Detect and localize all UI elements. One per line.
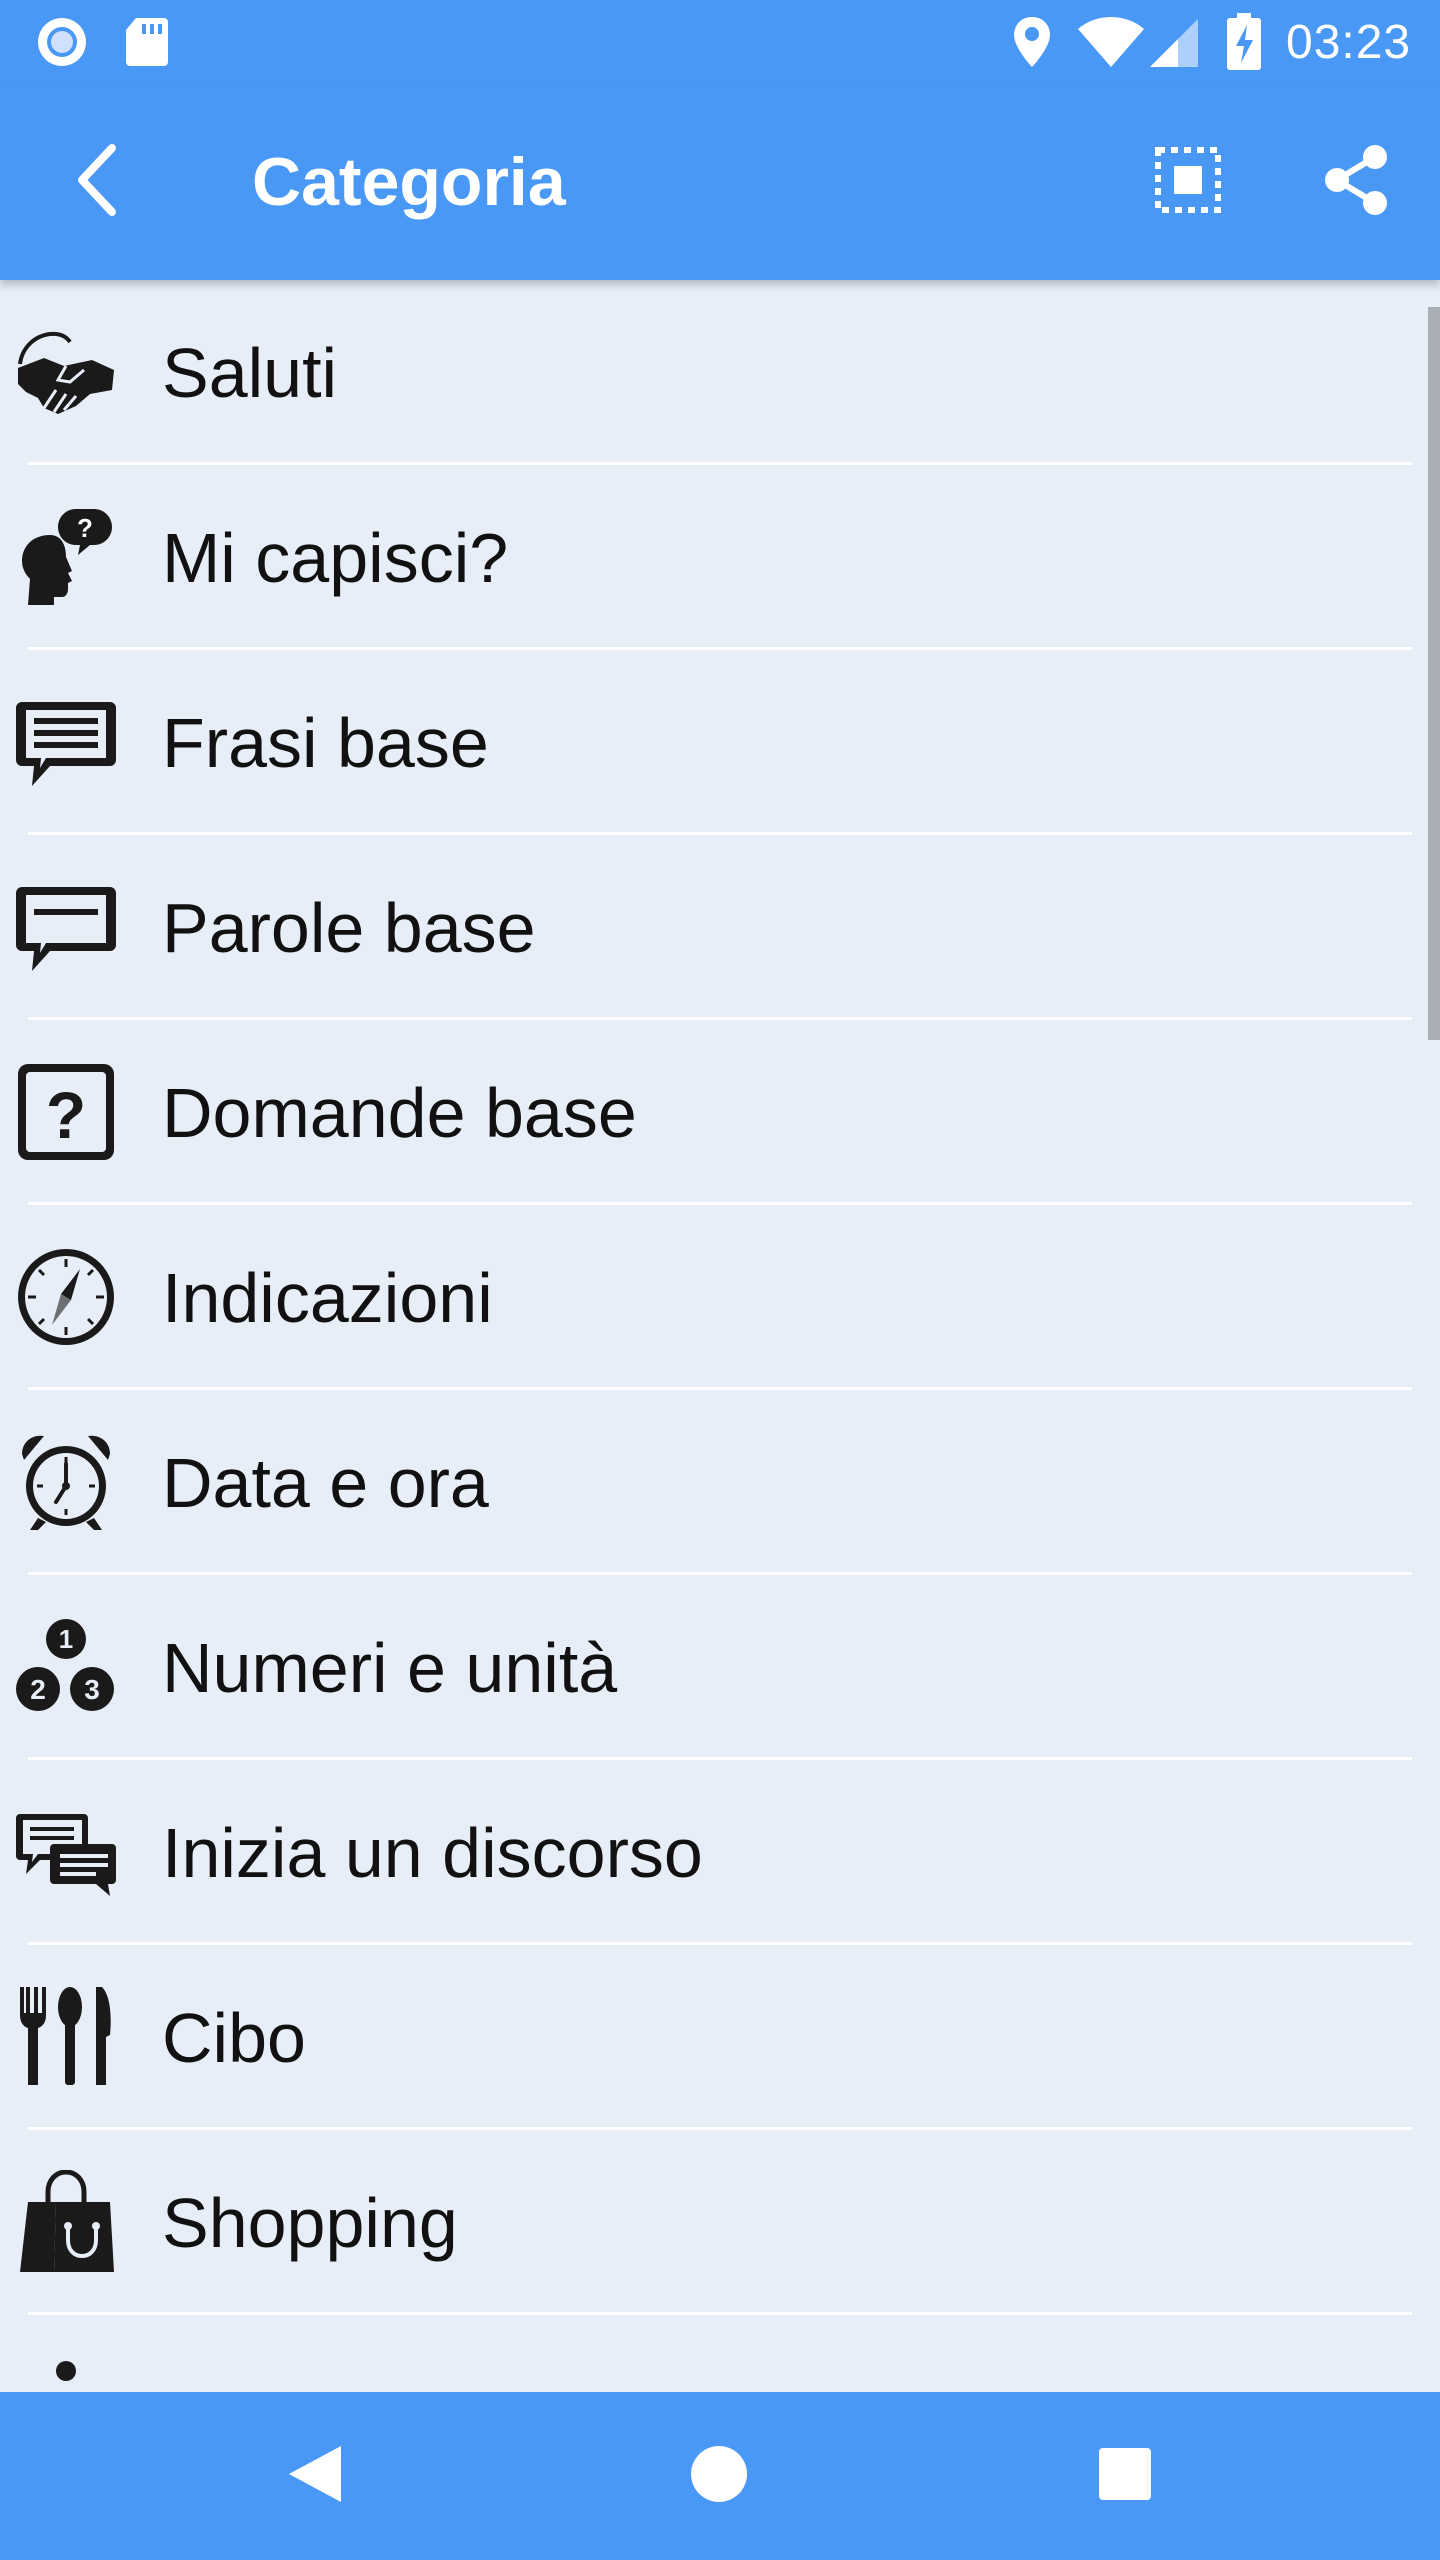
list-item[interactable]: Indicazioni xyxy=(0,1205,1440,1390)
select-all-icon xyxy=(1154,146,1222,219)
nav-home-button[interactable] xyxy=(664,2392,774,2560)
list-item-label: Indicazioni xyxy=(162,1258,493,1337)
list-item-label: Frasi base xyxy=(162,703,489,782)
app-bar: Categoria xyxy=(0,84,1440,280)
shopping-bag-icon xyxy=(14,2170,118,2274)
svg-text:2: 2 xyxy=(30,1674,46,1705)
share-button[interactable] xyxy=(1306,132,1406,232)
battery-charging-icon xyxy=(1226,0,1262,84)
list-item[interactable]: Data e ora xyxy=(0,1390,1440,1575)
nav-recents-icon xyxy=(1097,2446,1153,2507)
cutlery-icon xyxy=(14,1985,118,2089)
back-arrow-icon xyxy=(68,140,128,225)
list-item[interactable]: Shopping xyxy=(0,2130,1440,2315)
question-box-icon: ? xyxy=(14,1060,118,1164)
nav-recents-button[interactable] xyxy=(1070,2392,1180,2560)
speech-bubble-lines-icon xyxy=(14,690,118,794)
nav-back-icon xyxy=(285,2442,345,2511)
list-item[interactable]: ? Domande base xyxy=(0,1020,1440,1205)
numbers-icon: 1 2 3 xyxy=(14,1615,118,1719)
nav-back-button[interactable] xyxy=(260,2392,370,2560)
compass-icon xyxy=(14,1245,118,1349)
list-item-label: Saluti xyxy=(162,333,338,412)
share-icon xyxy=(1321,143,1391,222)
list-item[interactable]: Inizia un discorso xyxy=(0,1760,1440,1945)
svg-text:?: ? xyxy=(77,513,93,543)
chat-bubbles-icon xyxy=(14,1800,118,1904)
list-item[interactable]: Frasi base xyxy=(0,650,1440,835)
list-item-label: Parole base xyxy=(162,888,536,967)
category-list[interactable]: Saluti ? Mi capisci? Frasi base Parole b… xyxy=(0,280,1440,2392)
list-item[interactable]: Saluti xyxy=(0,280,1440,465)
partial-icon xyxy=(14,2355,118,2392)
list-item[interactable]: Parole base xyxy=(0,835,1440,1020)
speech-bubble-icon xyxy=(14,875,118,979)
navigation-bar xyxy=(0,2392,1440,2560)
list-item-label: Numeri e unità xyxy=(162,1628,618,1707)
list-item-label: Domande base xyxy=(162,1073,637,1152)
location-pin-icon xyxy=(1012,0,1052,84)
nav-home-icon xyxy=(689,2444,749,2509)
list-item-partial[interactable] xyxy=(0,2315,1440,2392)
status-time: 03:23 xyxy=(1286,15,1412,69)
list-item[interactable]: Cibo xyxy=(0,1945,1440,2130)
sd-card-icon xyxy=(124,0,170,84)
list-item-label: Shopping xyxy=(162,2183,458,2262)
list-item-label: Inizia un discorso xyxy=(162,1813,703,1892)
list-item[interactable]: 1 2 3 Numeri e unità xyxy=(0,1575,1440,1760)
scrollbar[interactable] xyxy=(1428,307,1440,1040)
wifi-icon xyxy=(1076,0,1146,84)
select-all-button[interactable] xyxy=(1138,132,1238,232)
notification-circle-icon xyxy=(34,0,90,84)
head-question-icon: ? xyxy=(14,505,118,609)
svg-text:3: 3 xyxy=(84,1674,100,1705)
cell-signal-icon xyxy=(1148,0,1200,84)
list-item[interactable]: ? Mi capisci? xyxy=(0,465,1440,650)
alarm-clock-icon xyxy=(14,1430,118,1534)
svg-text:1: 1 xyxy=(59,1624,73,1654)
list-item-label: Mi capisci? xyxy=(162,518,509,597)
status-bar: 03:23 xyxy=(0,0,1440,84)
page-title: Categoria xyxy=(252,144,566,220)
list-item-label: Data e ora xyxy=(162,1443,489,1522)
svg-text:?: ? xyxy=(46,1078,86,1152)
back-button[interactable] xyxy=(48,132,148,232)
list-item-label: Cibo xyxy=(162,1998,306,2077)
handshake-icon xyxy=(14,320,118,424)
